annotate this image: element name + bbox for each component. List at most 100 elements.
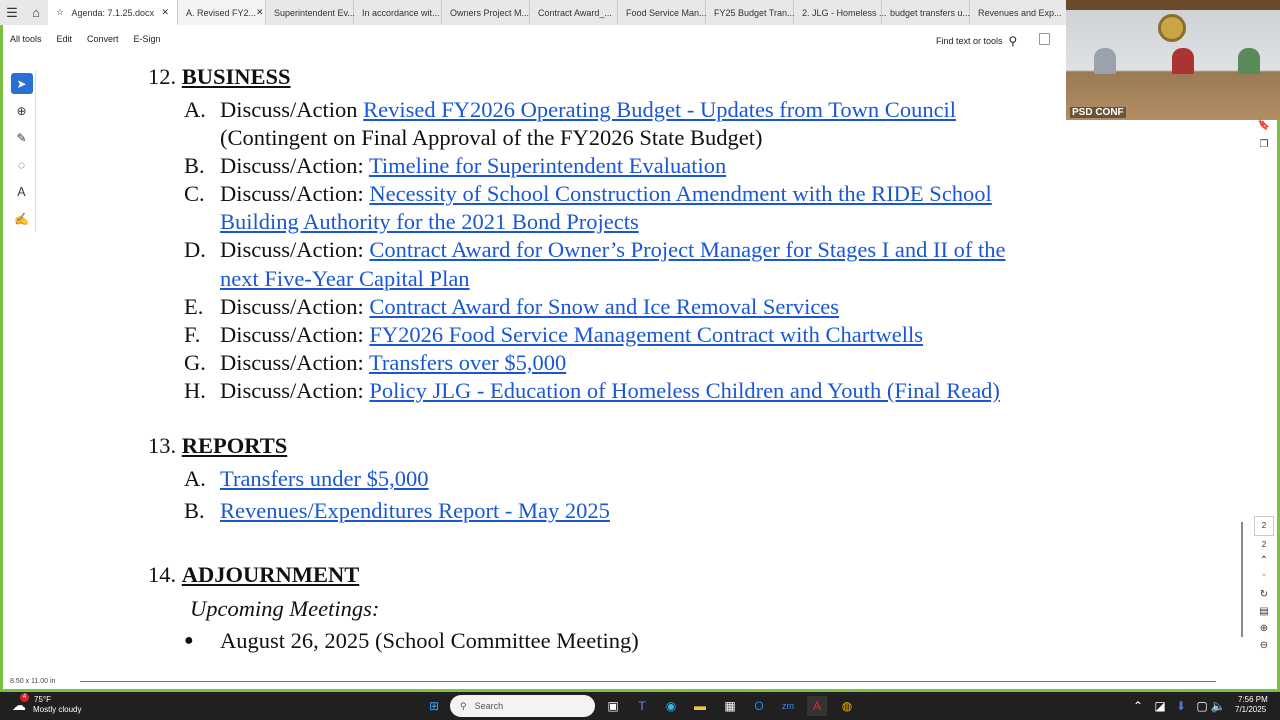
- participant: [1094, 48, 1116, 74]
- page-number-input[interactable]: 2: [1254, 516, 1274, 536]
- acrobat-icon[interactable]: A: [807, 696, 827, 716]
- tab[interactable]: Contract Award_...: [530, 0, 618, 25]
- page-down-icon[interactable]: ⌄: [1260, 568, 1268, 579]
- stamp-icon[interactable]: ✍: [11, 208, 33, 229]
- close-icon[interactable]: ✕: [161, 7, 169, 18]
- agenda-link[interactable]: Transfers over $5,000: [369, 350, 566, 375]
- volume-icon[interactable]: 🔈: [1208, 696, 1228, 716]
- toolbar: All tools Edit Convert E-Sign: [0, 25, 1066, 53]
- tab-bar: ☰ ⌂ ☆Agenda: 7.1.25.docx✕ A. Revised FY2…: [0, 0, 1066, 25]
- video-label: PSD CONF: [1070, 107, 1126, 118]
- section-14: 14. ADJOURNMENT: [148, 562, 359, 588]
- agenda-link[interactable]: Timeline for Superintendent Evaluation: [369, 153, 726, 178]
- edge-icon[interactable]: ◉: [661, 696, 681, 716]
- tab[interactable]: In accordance wit...: [354, 0, 442, 25]
- page-display-icon[interactable]: ▤: [1259, 606, 1268, 617]
- windows-taskbar: ☁ 4 75°F Mostly cloudy ⊞ ⚲Search ▣ T ◉ ▬…: [0, 692, 1280, 720]
- weather-text: Mostly cloudy: [33, 705, 81, 714]
- show-hidden-icons[interactable]: ⌃: [1128, 696, 1148, 716]
- refresh-icon[interactable]: ↻: [1260, 589, 1268, 600]
- agenda-item: Discuss/Action: FY2026 Food Service Mana…: [220, 322, 923, 348]
- section-title: REPORTS: [182, 433, 287, 458]
- vertical-scrollbar[interactable]: [1241, 522, 1243, 637]
- text-select-icon[interactable]: Ａ: [11, 181, 33, 202]
- task-view-icon[interactable]: ▣: [603, 696, 623, 716]
- horizontal-scrollbar[interactable]: [80, 681, 1216, 682]
- tab[interactable]: FY25 Budget Tran...: [706, 0, 794, 25]
- agenda-link[interactable]: Building Authority for the 2021 Bond Pro…: [220, 209, 639, 234]
- search-icon: ⚲: [460, 701, 467, 712]
- agenda-link[interactable]: Contract Award for Owner’s Project Manag…: [369, 237, 1005, 262]
- agenda-item: Discuss/Action: Contract Award for Snow …: [220, 294, 839, 320]
- usb-icon[interactable]: ⬇: [1171, 696, 1191, 716]
- tab-revised-fy[interactable]: A. Revised FY2...✕: [178, 0, 266, 25]
- agenda-link[interactable]: Contract Award for Snow and Ice Removal …: [369, 294, 839, 319]
- page-up-icon[interactable]: ⌃: [1260, 555, 1268, 566]
- town-seal-icon: [1158, 14, 1186, 42]
- video-conference-overlay[interactable]: PSD CONF: [1066, 0, 1280, 120]
- tab[interactable]: Superintendent Ev...: [266, 0, 354, 25]
- outlook-icon[interactable]: O: [749, 696, 769, 716]
- temperature: 75°F: [34, 695, 51, 704]
- bullet: ●: [184, 628, 194, 650]
- section-title: ADJOURNMENT: [182, 562, 360, 587]
- tab[interactable]: Food Service Man...: [618, 0, 706, 25]
- agenda-link[interactable]: FY2026 Food Service Management Contract …: [369, 322, 923, 347]
- star-icon[interactable]: ☆: [56, 7, 64, 18]
- participant: [1238, 48, 1260, 74]
- network-icon[interactable]: ◪: [1150, 696, 1170, 716]
- agenda-item: Discuss/Action: Policy JLG - Education o…: [220, 378, 1000, 404]
- tab-agenda[interactable]: ☆Agenda: 7.1.25.docx✕: [48, 0, 178, 25]
- store-icon[interactable]: ▦: [720, 696, 740, 716]
- zoom-app-icon[interactable]: zm: [778, 696, 798, 716]
- lasso-icon[interactable]: ◌: [11, 154, 33, 175]
- tab[interactable]: budget transfers u...: [882, 0, 970, 25]
- convert-menu[interactable]: Convert: [87, 34, 119, 44]
- zoom-out-icon[interactable]: ⊖: [1260, 640, 1268, 651]
- all-tools-menu[interactable]: All tools: [10, 34, 42, 44]
- search-icon: ⚲: [1009, 34, 1018, 48]
- agenda-link[interactable]: Necessity of School Construction Amendme…: [369, 181, 991, 206]
- taskbar-search[interactable]: ⚲Search: [450, 695, 595, 717]
- chrome-icon[interactable]: ◍: [837, 696, 857, 716]
- copy-icon[interactable]: ❐: [1260, 139, 1269, 150]
- agenda-link[interactable]: Policy JLG - Education of Homeless Child…: [369, 378, 1000, 403]
- pen-icon[interactable]: ✎: [11, 127, 33, 148]
- close-icon[interactable]: ✕: [256, 7, 264, 18]
- clock-time[interactable]: 7:56 PM: [1238, 695, 1268, 704]
- home-icon[interactable]: ⌂: [24, 5, 48, 20]
- menu-icon[interactable]: ☰: [0, 5, 24, 21]
- section-13: 13. REPORTS: [148, 433, 287, 459]
- clock-date[interactable]: 7/1/2025: [1235, 705, 1266, 714]
- zoom-tool-icon[interactable]: ⊕: [11, 100, 33, 121]
- report-link[interactable]: Revenues/Expenditures Report - May 2025: [220, 498, 610, 523]
- participant: [1172, 48, 1194, 74]
- file-explorer-icon[interactable]: ▬: [690, 696, 710, 716]
- report-link[interactable]: Transfers under $5,000: [220, 466, 429, 491]
- left-tool-rail: ➤ ⊕ ✎ ◌ Ａ ✍: [8, 70, 36, 232]
- agenda-item: Discuss/Action: Timeline for Superintend…: [220, 153, 726, 179]
- tab[interactable]: Revenues and Exp...: [970, 0, 1050, 25]
- agenda-item: Discuss/Action Revised FY2026 Operating …: [220, 97, 956, 123]
- start-icon[interactable]: ⊞: [424, 696, 444, 716]
- select-cursor-icon[interactable]: ➤: [11, 73, 33, 94]
- zoom-in-icon[interactable]: ⊕: [1260, 623, 1268, 634]
- esign-menu[interactable]: E-Sign: [134, 34, 161, 44]
- agenda-item: Discuss/Action: Contract Award for Owner…: [220, 237, 1005, 263]
- notification-badge: 4: [20, 693, 29, 702]
- save-icon[interactable]: [1039, 33, 1050, 45]
- bookmark-icon[interactable]: 🔖: [1258, 120, 1270, 131]
- section-12: 12. BUSINESS: [148, 64, 291, 90]
- find-tools-button[interactable]: Find text or tools⚲: [936, 34, 1017, 48]
- tab[interactable]: Owners Project M...: [442, 0, 530, 25]
- upcoming-meetings-label: Upcoming Meetings:: [190, 596, 379, 622]
- right-rail: 🔖 ❐ 2 2 ⌃ ⌄ ↻ ▤ ⊕ ⊖: [1252, 120, 1276, 690]
- agenda-link[interactable]: Revised FY2026 Operating Budget - Update…: [363, 97, 956, 122]
- agenda-link[interactable]: next Five-Year Capital Plan: [220, 266, 470, 291]
- agenda-item: Discuss/Action: Transfers over $5,000: [220, 350, 566, 376]
- tab[interactable]: 2. JLG - Homeless ...: [794, 0, 882, 25]
- meeting-item: August 26, 2025 (School Committee Meetin…: [220, 628, 639, 654]
- edit-menu[interactable]: Edit: [57, 34, 73, 44]
- page-size: 8.50 x 11.00 in: [10, 678, 55, 685]
- teams-icon[interactable]: T: [632, 696, 652, 716]
